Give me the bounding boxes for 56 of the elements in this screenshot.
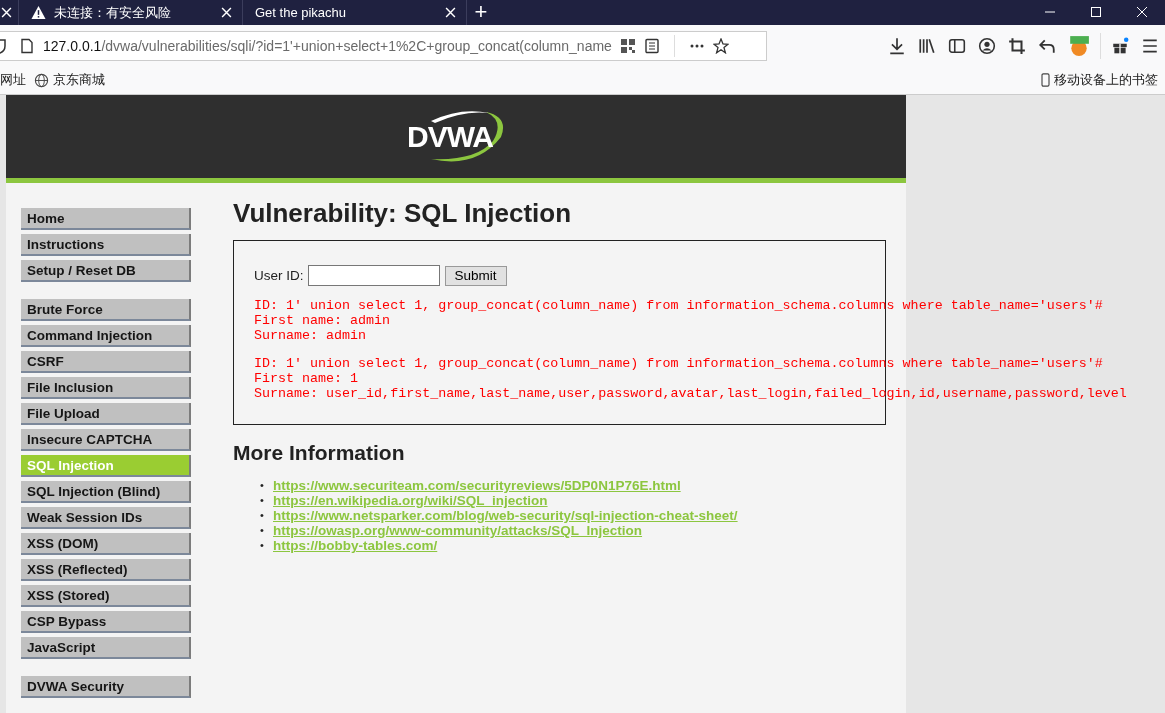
bullet: • <box>260 508 265 523</box>
address-bar[interactable]: 127.0.0.1/dvwa/vulnerabilities/sqli/?id=1'+union+select+1%2C+group_concat(column_name <box>0 30 767 61</box>
reader-icon[interactable] <box>643 37 660 54</box>
library-icon[interactable] <box>918 36 936 55</box>
bookmark[interactable]: 网址 <box>0 71 26 89</box>
bullet: • <box>260 478 265 493</box>
page-icon <box>19 37 35 54</box>
result-line: First name: admin <box>254 313 391 328</box>
mobile-bookmarks[interactable]: 移动设备上的书签 <box>1041 71 1158 89</box>
menu-item[interactable]: Weak Session IDs <box>21 507 191 529</box>
result-line: Surname: admin <box>254 328 367 343</box>
menu-item[interactable]: DVWA Security <box>21 676 191 698</box>
menu-item[interactable]: File Inclusion <box>21 377 191 399</box>
maximize-icon[interactable] <box>1090 6 1102 18</box>
bookmark[interactable]: 京东商城 <box>34 71 105 89</box>
star-icon[interactable] <box>712 37 729 54</box>
close-icon[interactable] <box>221 7 232 18</box>
globe-icon <box>34 72 49 88</box>
menu-item[interactable]: CSP Bypass <box>21 611 191 633</box>
menu-item[interactable]: Brute Force <box>21 299 191 321</box>
url-text: 127.0.0.1/dvwa/vulnerabilities/sqli/?id=1'+union+select+1%2C+group_concat(column_name <box>43 37 612 54</box>
new-tab-button[interactable]: + <box>467 0 495 25</box>
menu-item[interactable]: XSS (Reflected) <box>21 559 191 581</box>
bullet: • <box>260 493 265 508</box>
phone-icon <box>1041 73 1050 87</box>
menu-item[interactable]: CSRF <box>21 351 191 373</box>
menu-item[interactable]: XSS (DOM) <box>21 533 191 555</box>
menu-item[interactable]: File Upload <box>21 403 191 425</box>
menu-item[interactable]: Home <box>21 208 191 230</box>
user-id-field[interactable] <box>307 265 440 286</box>
logo: DVWA <box>401 106 511 167</box>
qr-code-icon[interactable] <box>619 37 636 54</box>
sidebar-icon[interactable] <box>948 36 966 55</box>
field-label: User ID: <box>254 268 304 283</box>
account-icon[interactable] <box>978 36 996 55</box>
menu-item[interactable]: Instructions <box>21 234 191 256</box>
menu-item[interactable]: SQL Injection (Blind) <box>21 481 191 503</box>
bullet: • <box>260 538 265 553</box>
section-heading: More Information <box>233 441 406 465</box>
download-icon[interactable] <box>888 36 906 55</box>
menu-item[interactable]: Command Injection <box>21 325 191 347</box>
close-icon[interactable] <box>1136 6 1148 18</box>
menu-item[interactable]: XSS (Stored) <box>21 585 191 607</box>
close-icon[interactable] <box>445 7 456 18</box>
warning-icon <box>31 5 46 20</box>
menu-item[interactable]: JavaScript <box>21 637 191 659</box>
gift-icon[interactable] <box>1111 36 1129 55</box>
bullet: • <box>260 523 265 538</box>
crop-icon[interactable] <box>1008 36 1026 55</box>
menu-item[interactable]: Setup / Reset DB <box>21 260 191 282</box>
submit-button[interactable]: Submit <box>444 265 507 286</box>
page-title: Vulnerability: SQL Injection <box>233 198 573 229</box>
close-icon[interactable] <box>1 7 12 18</box>
extension-icon[interactable] <box>1068 34 1090 57</box>
menu-item[interactable]: Insecure CAPTCHA <box>21 429 191 451</box>
result-line: First name: 1 <box>254 371 359 386</box>
